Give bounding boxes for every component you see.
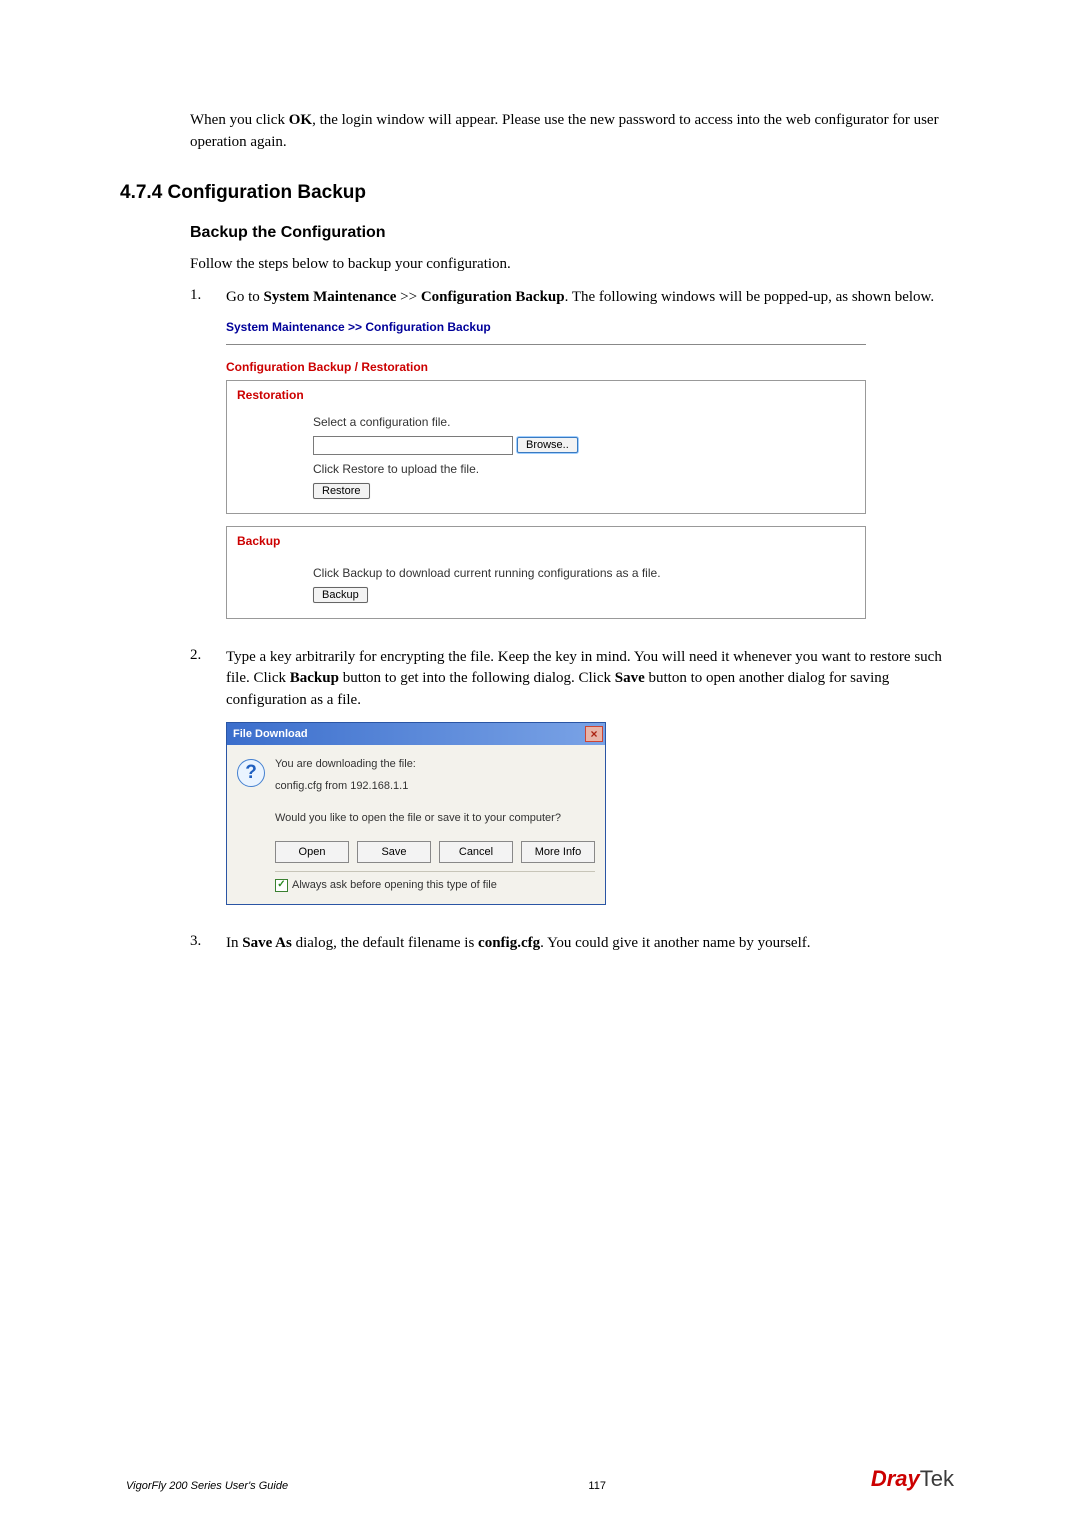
footer-doc-title: VigorFly 200 Series User's Guide	[126, 1480, 408, 1492]
dialog-title: File Download	[233, 723, 308, 745]
close-icon[interactable]: ×	[585, 726, 603, 742]
panel-title: Configuration Backup / Restoration	[226, 359, 866, 376]
restoration-label: Restoration	[237, 387, 855, 404]
config-backup-panel: System Maintenance >> Configuration Back…	[226, 319, 866, 619]
intro-paragraph: When you click OK, the login window will…	[190, 110, 960, 154]
brand-logo: DrayTek	[871, 1466, 954, 1492]
restoration-box: Restoration Select a configuration file.…	[226, 380, 866, 515]
page-footer: VigorFly 200 Series User's Guide 117 Dra…	[0, 1466, 1080, 1492]
file-download-dialog: File Download × ? You are downloading th…	[226, 722, 606, 905]
dialog-line1: You are downloading the file:	[275, 757, 595, 773]
dialog-line2: config.cfg from 192.168.1.1	[275, 779, 595, 795]
step-number: 1.	[190, 287, 226, 304]
dialog-titlebar: File Download ×	[227, 723, 605, 745]
file-path-input[interactable]	[313, 436, 513, 455]
save-button[interactable]: Save	[357, 841, 431, 863]
step-1: 1. Go to System Maintenance >> Configura…	[190, 287, 960, 632]
more-info-button[interactable]: More Info	[521, 841, 595, 863]
cancel-button[interactable]: Cancel	[439, 841, 513, 863]
step-number: 3.	[190, 933, 226, 950]
breadcrumb: System Maintenance >> Configuration Back…	[226, 319, 866, 345]
backup-label: Backup	[237, 533, 855, 550]
step-3: 3. In Save As dialog, the default filena…	[190, 933, 960, 955]
checkbox-label: Always ask before opening this type of f…	[292, 878, 497, 894]
always-ask-checkbox[interactable]: ✓	[275, 879, 288, 892]
step-number: 2.	[190, 647, 226, 664]
restore-hint: Click Restore to upload the file.	[313, 461, 855, 478]
select-file-label: Select a configuration file.	[313, 414, 855, 431]
dialog-question: Would you like to open the file or save …	[275, 811, 595, 827]
backup-button[interactable]: Backup	[313, 587, 368, 603]
page-number: 117	[408, 1480, 870, 1492]
follow-text: Follow the steps below to backup your co…	[190, 254, 960, 276]
question-icon: ?	[237, 759, 265, 787]
restore-button[interactable]: Restore	[313, 483, 370, 499]
step-2: 2. Type a key arbitrarily for encrypting…	[190, 647, 960, 919]
browse-button[interactable]: Browse..	[517, 437, 578, 453]
open-button[interactable]: Open	[275, 841, 349, 863]
backup-box: Backup Click Backup to download current …	[226, 526, 866, 618]
backup-hint: Click Backup to download current running…	[313, 565, 855, 582]
subsection-heading: Backup the Configuration	[190, 224, 960, 242]
section-heading: 4.7.4 Configuration Backup	[120, 182, 960, 204]
